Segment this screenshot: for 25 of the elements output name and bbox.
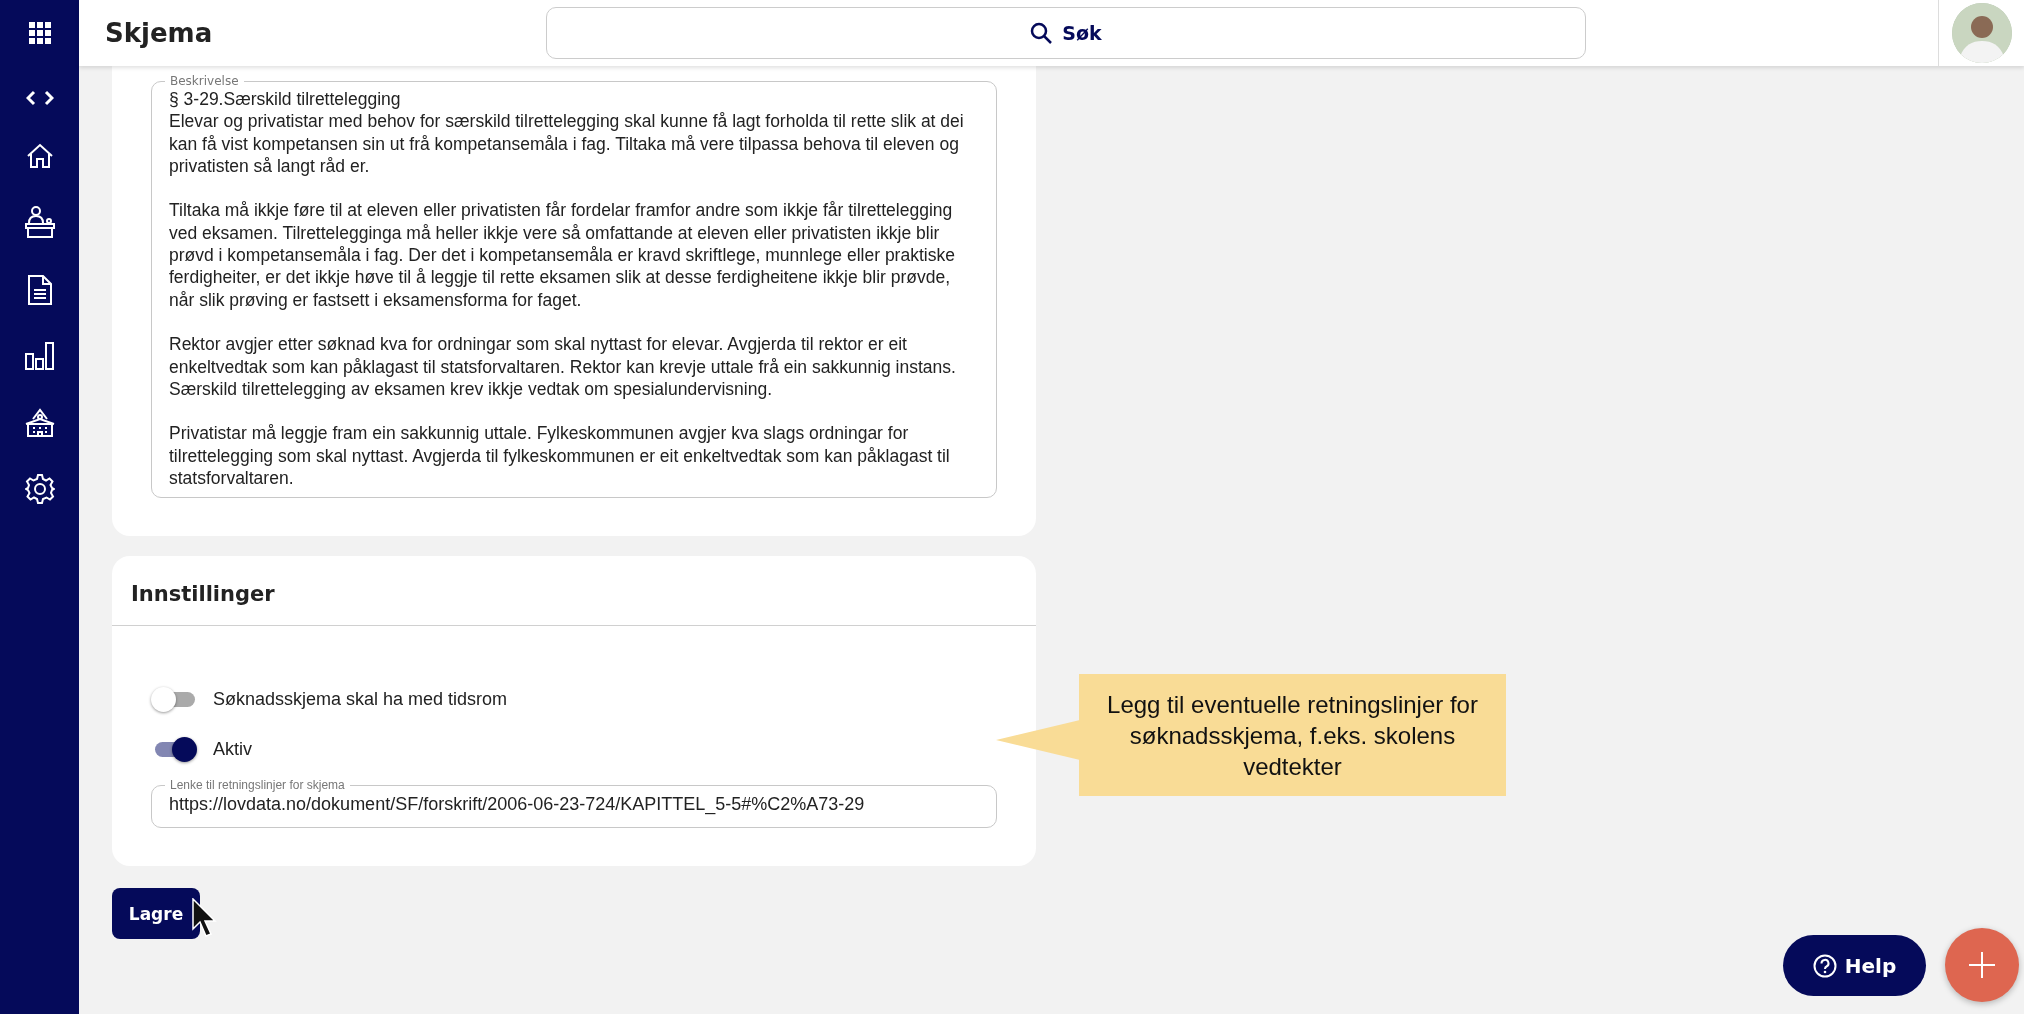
search-field[interactable]: Søk bbox=[546, 7, 1586, 59]
toggle-switch[interactable] bbox=[151, 685, 197, 714]
bar-chart-icon[interactable] bbox=[24, 342, 55, 370]
plus-icon bbox=[1968, 951, 1996, 979]
avatar[interactable] bbox=[1951, 3, 2012, 63]
link-field[interactable]: Lenke til retningslinjer for skjema https://lovdata.no/dokument/SF/forskrift/2006-06-23-724/KAPITTEL_5-5#%C2%A73-29 bbox=[151, 778, 997, 829]
callout: Legg til eventuelle retningslinjer for søknadsskjema, f.eks. skolens vedtekter bbox=[1079, 674, 1506, 796]
person-at-desk-icon[interactable] bbox=[24, 206, 55, 238]
mouse-cursor-icon bbox=[192, 898, 218, 938]
document-icon[interactable] bbox=[27, 275, 52, 305]
help-icon bbox=[1812, 953, 1837, 978]
app-grid-icon[interactable] bbox=[28, 22, 51, 44]
school-icon[interactable] bbox=[24, 407, 55, 437]
card-title: Innstillinger bbox=[112, 556, 1036, 627]
save-button[interactable]: Lagre bbox=[112, 888, 200, 940]
toggle-label: Aktiv bbox=[213, 738, 252, 760]
toggle-label: Søknadsskjema skal ha med tidsrom bbox=[213, 688, 508, 710]
home-icon[interactable] bbox=[25, 143, 54, 169]
code-icon[interactable] bbox=[25, 90, 54, 106]
search-icon bbox=[1030, 22, 1053, 44]
description-field[interactable]: Beskrivelse § 3-29.Særskild tilrettelegging Elevar og privatistar med behov for særskild tilrettelegging skal kunne få lagt forholda til rette slik at dei kan få vist kompetansen sin ut frå kompetansemåla i fag. Tiltaka må vere tilpassa behova til eleven og privatisten så langt råd er. Tiltaka må ikkje føre til at eleven eller privatisten får fordelar framfor andre som ikkje får tilrettelegging ved eksamen. Tilrettelegginga må heller ikkje vere så omfattande at eleven eller privatisten ikkje blir prøvd i kompetansemåla i fag. Der det i kompetansemåla er kravd skriftlege, munnlege eller praktiske ferdigheiter, er det ikkje høve til å leggje til rette eksamen slik at desse ferdigheitene ikkje blir prøvde, når slik prøving er fastsett i eksamensforma for faget. Rektor avgjer etter søknad kva for ordningar som skal nyttast for elevar. Avgjerda til rektor er eit enkeltvedtak som kan påklagast til statsforvaltaren. Rektor kan krevje uttale frå ein sakkunnig instans. Særskild tilrettelegging av eksamen krev ikkje vedtak om spesialundervisning. Privatistar må leggje fram ein sakkunnig uttale. Fylkeskommunen avgjer kva slags ordningar for tilrettelegging som skal nyttast. Avgjerda til fylkeskommunen er eit enkeltvedtak som kan påklagast til statsforvaltaren. bbox=[151, 74, 997, 499]
help-button[interactable]: Help bbox=[1783, 935, 1926, 996]
page-title: Skjema bbox=[105, 18, 214, 48]
settings-icon[interactable] bbox=[24, 474, 55, 504]
add-button[interactable] bbox=[1945, 928, 2019, 1002]
